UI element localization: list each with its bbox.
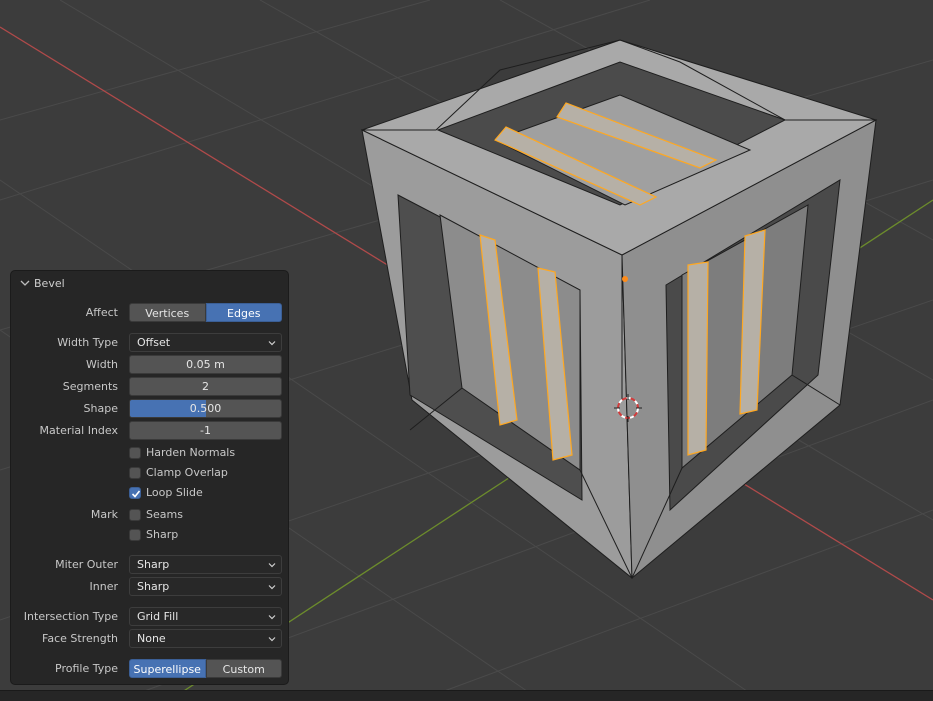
checkbox-box xyxy=(129,466,141,479)
width-type-row: Width Type Offset xyxy=(11,333,288,352)
miter-outer-row: Miter Outer Sharp xyxy=(11,555,288,574)
profile-superellipse-button[interactable]: Superellipse xyxy=(129,659,206,678)
affect-toggle: Vertices Edges xyxy=(129,303,282,322)
seams-label: Seams xyxy=(146,508,183,521)
shape-label: Shape xyxy=(83,402,118,415)
intersection-type-row: Intersection Type Grid Fill xyxy=(11,607,288,626)
clamp-overlap-checkbox[interactable]: Clamp Overlap xyxy=(129,463,228,482)
segments-row: Segments 2 xyxy=(11,377,288,396)
material-index-field[interactable]: -1 xyxy=(129,421,282,440)
material-index-value: -1 xyxy=(200,424,211,437)
miter-inner-row: Inner Sharp xyxy=(11,577,288,596)
clamp-overlap-row: Clamp Overlap xyxy=(11,463,288,482)
loop-slide-row: Loop Slide xyxy=(11,483,288,502)
harden-normals-label: Harden Normals xyxy=(146,446,236,459)
profile-type-toggle: Superellipse Custom xyxy=(129,659,282,678)
sharp-label: Sharp xyxy=(146,528,179,541)
miter-outer-value: Sharp xyxy=(137,558,170,571)
intersection-type-dropdown[interactable]: Grid Fill xyxy=(129,607,282,626)
width-type-dropdown[interactable]: Offset xyxy=(129,333,282,352)
face-strength-label: Face Strength xyxy=(42,632,118,645)
chevron-down-icon xyxy=(268,341,276,346)
chevron-down-icon xyxy=(20,280,30,286)
width-value: 0.05 m xyxy=(186,358,225,371)
cube-mesh[interactable] xyxy=(360,39,878,580)
material-index-row: Material Index -1 xyxy=(11,421,288,440)
face-strength-dropdown[interactable]: None xyxy=(129,629,282,648)
width-row: Width 0.05 m xyxy=(11,355,288,374)
checkbox-box xyxy=(129,528,141,541)
width-type-value: Offset xyxy=(137,336,171,349)
chevron-down-icon xyxy=(268,585,276,590)
width-label: Width xyxy=(86,358,118,371)
inner-label: Inner xyxy=(89,580,118,593)
width-type-label: Width Type xyxy=(57,336,118,349)
intersection-type-value: Grid Fill xyxy=(137,610,179,623)
face-strength-row: Face Strength None xyxy=(11,629,288,648)
shape-value: 0.500 xyxy=(189,402,222,415)
profile-custom-button[interactable]: Custom xyxy=(205,659,282,678)
segments-field[interactable]: 2 xyxy=(129,377,282,396)
segments-label: Segments xyxy=(62,380,118,393)
clamp-overlap-label: Clamp Overlap xyxy=(146,466,228,479)
affect-row: Affect Vertices Edges xyxy=(11,303,288,322)
mark-seams-row: Mark Seams xyxy=(11,505,288,524)
profile-type-row: Profile Type Superellipse Custom xyxy=(11,659,288,678)
shape-slider[interactable]: 0.500 xyxy=(129,399,282,418)
harden-normals-checkbox[interactable]: Harden Normals xyxy=(129,443,235,462)
object-origin-icon xyxy=(622,276,628,282)
seams-checkbox[interactable]: Seams xyxy=(129,505,183,524)
material-index-label: Material Index xyxy=(39,424,118,437)
chevron-down-icon xyxy=(268,615,276,620)
loop-slide-label: Loop Slide xyxy=(146,486,203,499)
checkmark-icon xyxy=(131,489,141,498)
checkbox-box xyxy=(129,508,141,521)
panel-title: Bevel xyxy=(34,276,65,290)
checkbox-box-checked xyxy=(129,486,141,499)
miter-inner-dropdown[interactable]: Sharp xyxy=(129,577,282,596)
bevel-operator-panel: Bevel Affect Vertices Edges Width Type O… xyxy=(10,270,289,685)
face-strength-value: None xyxy=(137,632,166,645)
affect-vertices-button[interactable]: Vertices xyxy=(129,303,206,322)
shape-row: Shape 0.500 xyxy=(11,399,288,418)
intersection-type-label: Intersection Type xyxy=(23,610,118,623)
status-bar xyxy=(0,690,933,701)
panel-header[interactable]: Bevel xyxy=(11,271,288,295)
inner-value: Sharp xyxy=(137,580,170,593)
affect-edges-button[interactable]: Edges xyxy=(205,303,282,322)
affect-label: Affect xyxy=(85,306,118,319)
chevron-down-icon xyxy=(268,637,276,642)
miter-outer-dropdown[interactable]: Sharp xyxy=(129,555,282,574)
mark-sharp-row: Sharp xyxy=(11,525,288,544)
checkbox-box xyxy=(129,446,141,459)
width-field[interactable]: 0.05 m xyxy=(129,355,282,374)
loop-slide-checkbox[interactable]: Loop Slide xyxy=(129,483,203,502)
sharp-checkbox[interactable]: Sharp xyxy=(129,525,178,544)
miter-outer-label: Miter Outer xyxy=(55,558,118,571)
harden-normals-row: Harden Normals xyxy=(11,443,288,462)
chevron-down-icon xyxy=(268,563,276,568)
mark-label: Mark xyxy=(90,508,118,521)
profile-type-label: Profile Type xyxy=(55,662,118,675)
segments-value: 2 xyxy=(202,380,209,393)
